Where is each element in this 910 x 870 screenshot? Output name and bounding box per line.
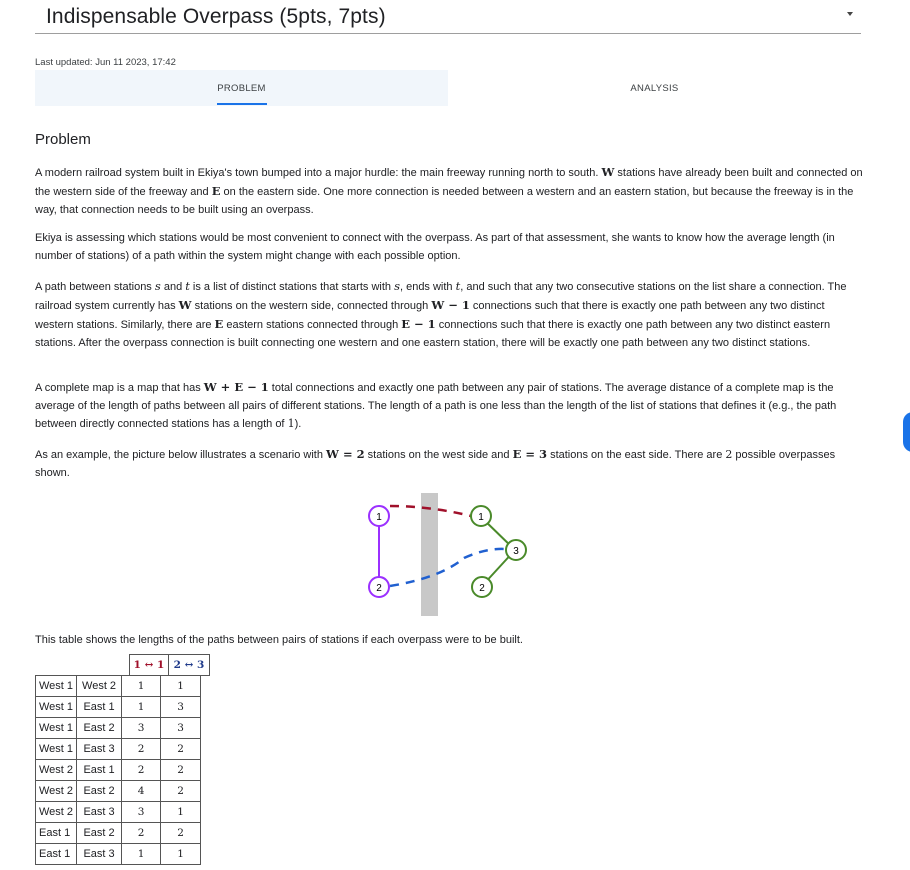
overpass-1-1-length-cell: 4 xyxy=(121,780,162,802)
tab-analysis-label: ANALYSIS xyxy=(630,82,679,94)
station-b-cell: East 1 xyxy=(76,696,123,718)
svg-text:3: 3 xyxy=(513,546,519,557)
last-updated-text: Last updated: Jun 11 2023, 17:42 xyxy=(35,57,176,68)
overpass-header-2-3: 2 ↔ 3 xyxy=(168,654,210,676)
west-node-1: 1 xyxy=(368,505,390,527)
station-a-cell: West 1 xyxy=(34,717,78,739)
tab-problem-label: PROBLEM xyxy=(217,82,266,94)
overpass-header-1-1: 1 ↔ 1 xyxy=(129,654,169,676)
overpass-2-3-length-cell: 1 xyxy=(160,675,202,697)
station-a-cell: West 2 xyxy=(34,759,78,781)
freeway-bar xyxy=(421,493,438,616)
caret-down-icon[interactable] xyxy=(847,12,853,16)
station-b-cell: East 2 xyxy=(76,780,123,802)
station-b-cell: East 2 xyxy=(76,822,123,844)
overpass-2-3-length-cell: 2 xyxy=(160,822,202,844)
station-a-cell: West 1 xyxy=(34,696,78,718)
station-a-cell: East 1 xyxy=(34,822,78,844)
table-row: West 2 East 331 xyxy=(34,801,202,823)
tab-analysis[interactable]: ANALYSIS xyxy=(448,70,861,106)
table-row: West 1 East 233 xyxy=(34,717,202,739)
table-row: East 1 East 222 xyxy=(34,822,202,844)
east-node-1: 1 xyxy=(470,505,492,527)
svg-text:2: 2 xyxy=(376,583,382,594)
station-b-cell: West 2 xyxy=(76,675,123,697)
station-b-cell: East 3 xyxy=(76,843,123,865)
station-b-cell: East 3 xyxy=(76,738,123,760)
table-row: West 1 West 211 xyxy=(34,675,202,697)
station-a-cell: West 1 xyxy=(34,738,78,760)
station-a-cell: West 2 xyxy=(34,780,78,802)
east-node-2: 2 xyxy=(471,576,493,598)
floating-action-button[interactable] xyxy=(903,412,910,452)
tab-problem[interactable]: PROBLEM xyxy=(35,70,448,106)
table-row: West 1 East 322 xyxy=(34,738,202,760)
overpass-1-1-length-cell: 2 xyxy=(121,822,162,844)
active-tab-indicator xyxy=(217,103,267,105)
overpass-diagram: 1 2 1 2 3 xyxy=(368,493,527,616)
path-length-table: West 1 West 2 1 1 West 1 East 1 1 3 West 1 East 2… xyxy=(34,675,202,865)
problem-title: Indispensable Overpass (5pts, 7pts) xyxy=(46,5,386,28)
table-row: West 2 East 122 xyxy=(34,759,202,781)
tab-bar: PROBLEM ANALYSIS xyxy=(35,70,861,106)
east-node-3: 3 xyxy=(505,539,527,561)
overpass-2-3-length-cell: 3 xyxy=(160,717,202,739)
paragraph-5: As an example, the picture below illustr… xyxy=(35,447,836,479)
station-a-cell: West 1 xyxy=(34,675,78,697)
overpass-1-1-length-cell: 3 xyxy=(121,801,162,823)
overpass-2-3-length-cell: 1 xyxy=(160,843,202,865)
section-heading: Problem xyxy=(35,131,91,148)
station-a-cell: West 2 xyxy=(34,801,78,823)
overpass-1-1-length-cell: 1 xyxy=(121,843,162,865)
svg-text:1: 1 xyxy=(478,512,484,523)
svg-text:1: 1 xyxy=(376,512,382,523)
overpass-2-3-length-cell: 3 xyxy=(160,696,202,718)
overpass-2-3-length-cell: 2 xyxy=(160,759,202,781)
overpass-1-1-length-cell: 2 xyxy=(121,759,162,781)
paragraph-4: A complete map is a map that has W + E −… xyxy=(35,380,837,430)
table-row: West 2 East 242 xyxy=(34,780,202,802)
table-row: West 1 East 113 xyxy=(34,696,202,718)
overpass-2-3-length-cell: 2 xyxy=(160,780,202,802)
table-caption: This table shows the lengths of the path… xyxy=(35,634,523,646)
table-row: East 1 East 311 xyxy=(34,843,202,865)
paragraph-3: A path between stations s and t is a lis… xyxy=(35,279,847,349)
paragraph-2: Ekiya is assessing which stations would … xyxy=(35,232,835,262)
overpass-1-1-length-cell: 1 xyxy=(121,696,162,718)
overpass-2-3-length-cell: 2 xyxy=(160,738,202,760)
station-b-cell: East 2 xyxy=(76,717,123,739)
svg-text:2: 2 xyxy=(479,583,485,594)
problem-title-bar[interactable]: Indispensable Overpass (5pts, 7pts) xyxy=(35,0,861,34)
station-a-cell: East 1 xyxy=(34,843,78,865)
overpass-1-1-length-cell: 2 xyxy=(121,738,162,760)
overpass-1-1-length-cell: 1 xyxy=(121,675,162,697)
west-node-2: 2 xyxy=(368,576,390,598)
overpass-1-1-length-cell: 3 xyxy=(121,717,162,739)
overpass-2-3-length-cell: 1 xyxy=(160,801,202,823)
station-b-cell: East 3 xyxy=(76,801,123,823)
station-b-cell: East 1 xyxy=(76,759,123,781)
paragraph-1: A modern railroad system built in Ekiya'… xyxy=(35,165,863,216)
